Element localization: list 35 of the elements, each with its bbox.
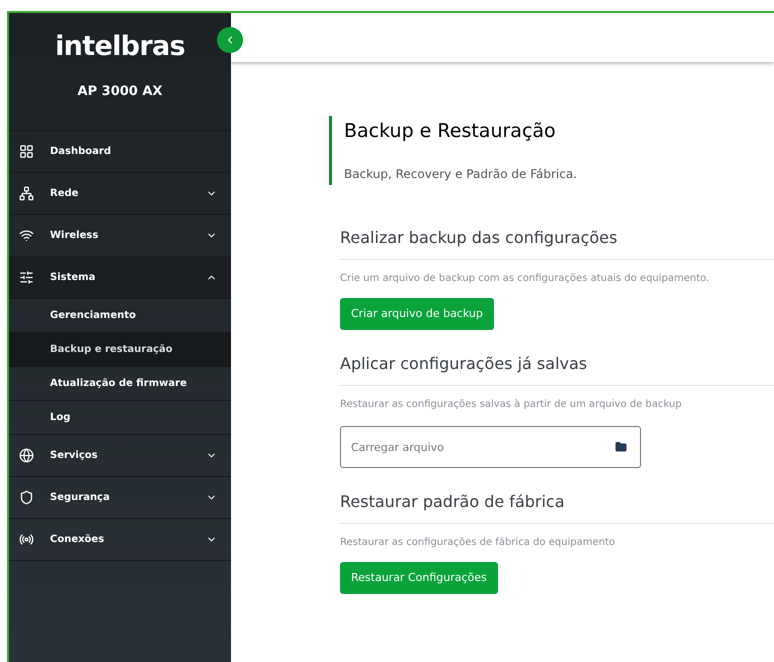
page-subtitle: Backup, Recovery e Padrão de Fábrica. bbox=[344, 166, 578, 183]
brand-logo: intelbras bbox=[55, 33, 185, 60]
sidebar-item[interactable]: Serviços bbox=[9, 435, 231, 477]
section-heading: Restaurar padrão de fábrica bbox=[340, 490, 774, 524]
network-icon bbox=[19, 186, 34, 201]
sidebar-label: Dashboard bbox=[50, 145, 112, 159]
submenu-item[interactable]: Atualização de firmware bbox=[9, 367, 231, 401]
wifi-icon bbox=[19, 228, 34, 243]
device-model: AP 3000 AX bbox=[78, 83, 162, 101]
sidebar-label: Sistema bbox=[50, 271, 96, 285]
grid-icon bbox=[19, 144, 34, 159]
file-input-field[interactable]: Carregar arquivo bbox=[340, 426, 641, 468]
submenu-item[interactable]: Log bbox=[9, 401, 231, 435]
shield-icon bbox=[19, 490, 34, 505]
sidebar-item[interactable]: Segurança bbox=[9, 477, 231, 519]
section-heading: Aplicar configurações já salvas bbox=[340, 352, 774, 386]
sidebar-label: Rede bbox=[50, 187, 80, 201]
sidebar-label: Serviços bbox=[50, 449, 99, 463]
page-title: Backup e Restauração bbox=[344, 122, 557, 141]
sidebar-label: Conexões bbox=[50, 533, 106, 547]
section-heading: Realizar backup das configurações bbox=[340, 226, 774, 260]
globe-icon bbox=[19, 448, 34, 463]
submenu-item[interactable]: Backup e restauração bbox=[9, 333, 231, 367]
broadcast-icon bbox=[19, 532, 34, 547]
sidebar-item[interactable]: Rede bbox=[9, 173, 231, 215]
sidebar-label: Segurança bbox=[50, 491, 111, 505]
section-description: Crie um arquivo de backup com as configurações atuais do equipamento. bbox=[340, 272, 710, 286]
sliders-icon bbox=[19, 270, 34, 285]
section-description: Restaurar as configurações de fábrica do equipamento bbox=[340, 536, 616, 550]
sidebar-item[interactable]: Sistema bbox=[9, 257, 231, 299]
sidebar-item[interactable]: Conexões bbox=[9, 519, 231, 561]
section-description: Restaurar as configurações salvas à partir de um arquivo de backup bbox=[340, 398, 683, 412]
sidebar-item[interactable]: Dashboard bbox=[9, 131, 231, 173]
sidebar-label: Wireless bbox=[50, 229, 100, 243]
folder-icon bbox=[615, 441, 627, 453]
